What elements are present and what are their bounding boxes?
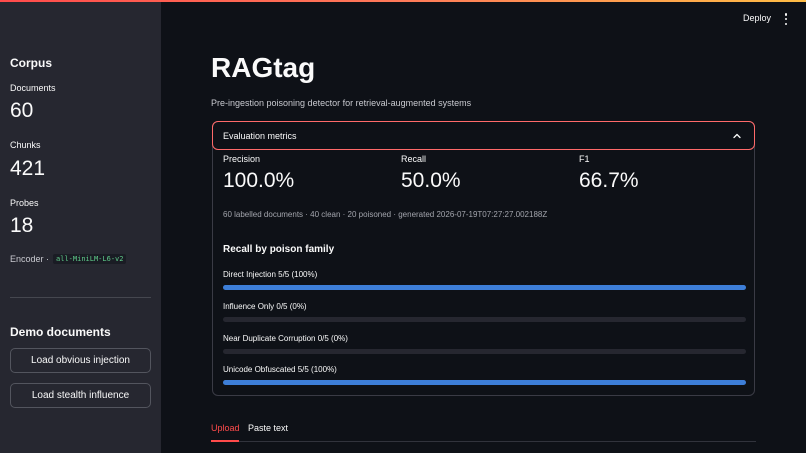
family-progress-bar (223, 349, 746, 354)
family-progress-bar (223, 380, 746, 385)
stat-value-chunks: 421 (10, 157, 46, 180)
family-label: Influence Only 0/5 (0%) (223, 302, 307, 311)
page-title: RAGtag (211, 52, 316, 83)
load-obvious-injection-button[interactable]: Load obvious injection (10, 348, 151, 373)
sidebar: Corpus Documents 60 Chunks 421 Probes 18… (0, 2, 161, 453)
family-label: Direct Injection 5/5 (100%) (223, 270, 318, 279)
metric-value-precision: 100.0% (223, 169, 295, 192)
family-label: Near Duplicate Corruption 0/5 (0%) (223, 334, 348, 343)
metric-label-recall: Recall (401, 154, 427, 164)
demo-heading: Demo documents (10, 325, 111, 339)
family-progress-bar (223, 285, 746, 290)
page-subtitle: Pre-ingestion poisoning detector for ret… (211, 98, 472, 108)
expander-title: Evaluation metrics (223, 131, 297, 141)
encoder-value: all-MiniLM-L6-v2 (53, 254, 127, 264)
evaluation-metrics-expander: Evaluation metrics Precision 100.0% Reca… (212, 121, 755, 396)
stat-label-documents: Documents (10, 83, 56, 93)
active-tab-underline (211, 440, 239, 442)
family-label: Unicode Obfuscated 5/5 (100%) (223, 365, 337, 374)
tab-paste-text[interactable]: Paste text (248, 423, 288, 433)
family-progress-fill (223, 285, 746, 290)
deploy-button[interactable]: Deploy (743, 13, 771, 23)
chevron-up-icon (733, 133, 741, 139)
sidebar-divider (10, 297, 151, 298)
stat-label-chunks: Chunks (10, 140, 41, 150)
family-progress-bar (223, 317, 746, 322)
sidebar-heading: Corpus (10, 56, 52, 70)
recall-by-family-heading: Recall by poison family (223, 244, 335, 255)
encoder-label: Encoder · (10, 254, 50, 264)
expander-header[interactable]: Evaluation metrics (212, 121, 755, 150)
metric-label-precision: Precision (223, 154, 261, 164)
stat-label-probes: Probes (10, 198, 39, 208)
metrics-caption: 60 labelled documents · 40 clean · 20 po… (223, 210, 548, 219)
tab-divider (211, 441, 756, 442)
encoder-info: Encoder · all-MiniLM-L6-v2 (10, 254, 127, 264)
tab-upload[interactable]: Upload (211, 423, 240, 433)
load-stealth-influence-button[interactable]: Load stealth influence (10, 383, 151, 408)
metric-value-recall: 50.0% (401, 169, 461, 192)
kebab-menu-icon[interactable] (784, 13, 788, 25)
stat-value-probes: 18 (10, 214, 34, 237)
metric-label-f1: F1 (579, 154, 590, 164)
metric-value-f1: 66.7% (579, 169, 639, 192)
family-progress-fill (223, 380, 746, 385)
stat-value-documents: 60 (10, 99, 34, 122)
